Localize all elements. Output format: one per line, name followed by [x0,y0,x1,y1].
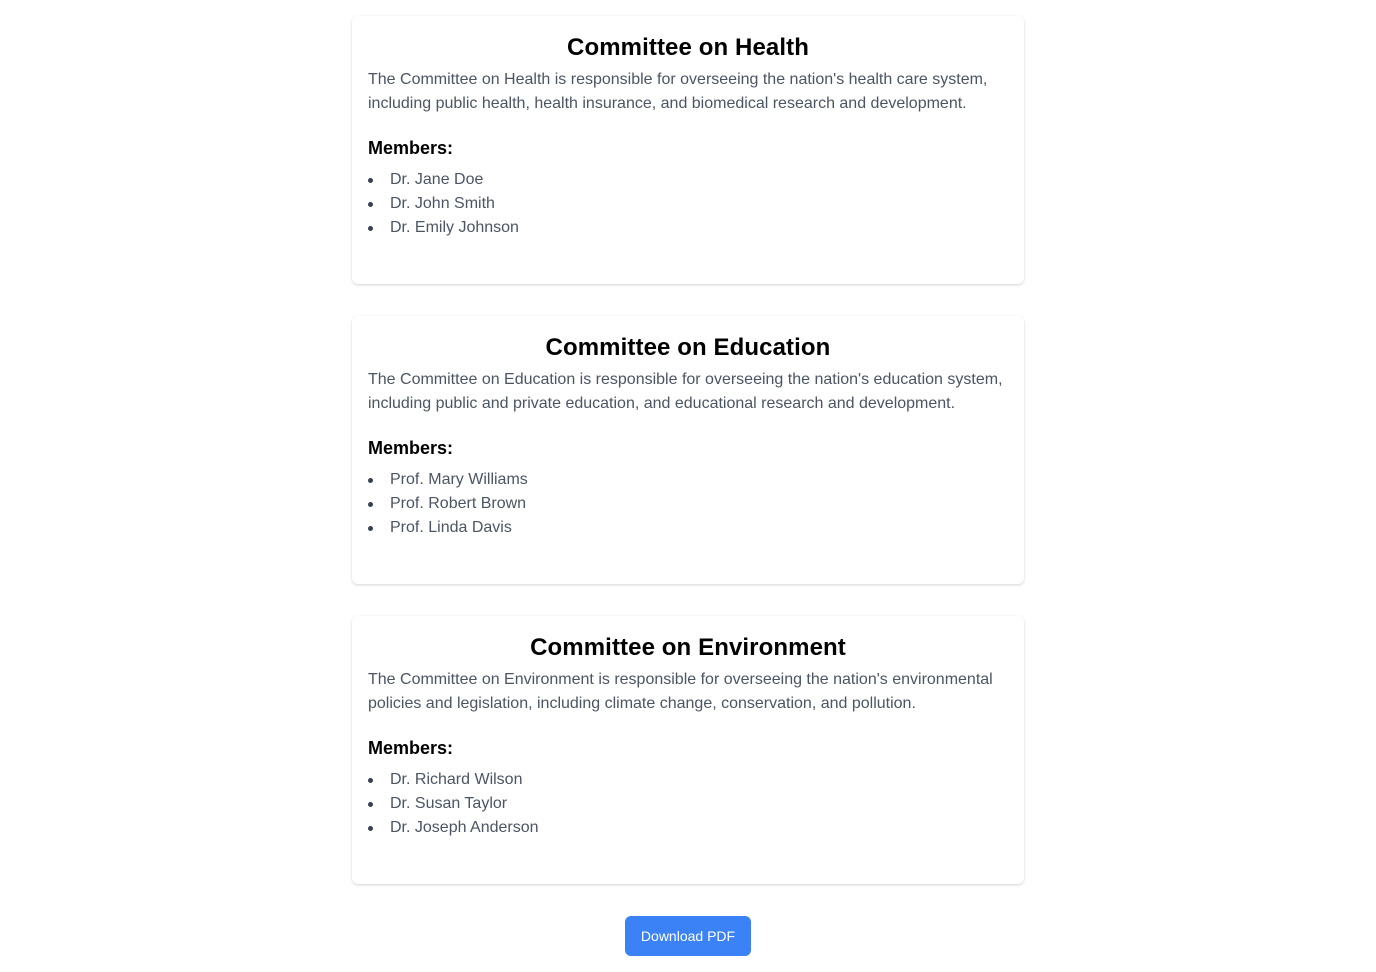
bullet-icon [368,178,373,183]
list-item: Dr. Susan Taylor [368,792,1008,816]
committee-title: Committee on Environment [530,634,846,661]
committee-title: Committee on Education [545,334,831,361]
bullet-icon [368,226,373,231]
members-heading: Members: [368,738,454,758]
member-name: Dr. Susan Taylor [390,795,508,812]
committee-card-education: Committee on Education The Committee on … [352,316,1024,584]
bullet-icon [368,478,373,483]
list-item: Dr. Jane Doe [368,168,1008,192]
bullet-icon [368,202,373,207]
committee-card-health: Committee on Health The Committee on Hea… [352,16,1024,284]
member-name: Dr. John Smith [390,195,495,212]
committee-card-environment: Committee on Environment The Committee o… [352,616,1024,884]
list-item: Prof. Mary Williams [368,468,1008,492]
actions-bar: Download PDF [352,916,1024,956]
list-item: Dr. Joseph Anderson [368,816,1008,840]
bullet-icon [368,802,373,807]
committee-description: The Committee on Education is responsibl… [368,371,1003,412]
list-item: Prof. Linda Davis [368,516,1008,540]
list-item: Dr. Emily Johnson [368,216,1008,240]
list-item: Dr. Richard Wilson [368,768,1008,792]
member-name: Dr. Jane Doe [390,171,484,188]
member-list: Prof. Mary Williams Prof. Robert Brown P… [368,468,1008,540]
committee-description: The Committee on Environment is responsi… [368,671,993,712]
member-list: Dr. Jane Doe Dr. John Smith Dr. Emily Jo… [368,168,1008,240]
member-name: Prof. Mary Williams [390,471,528,488]
member-name: Dr. Richard Wilson [390,771,523,788]
member-name: Prof. Linda Davis [390,519,512,536]
member-name: Prof. Robert Brown [390,495,527,512]
member-name: Dr. Emily Johnson [390,219,519,236]
member-list: Dr. Richard Wilson Dr. Susan Taylor Dr. … [368,768,1008,840]
bullet-icon [368,526,373,531]
list-item: Dr. John Smith [368,192,1008,216]
bullet-icon [368,778,373,783]
member-name: Dr. Joseph Anderson [390,819,539,836]
committee-title: Committee on Health [567,34,809,61]
download-pdf-button[interactable]: Download PDF [624,916,752,956]
bullet-icon [368,826,373,831]
bullet-icon [368,502,373,507]
members-heading: Members: [368,438,454,458]
list-item: Prof. Robert Brown [368,492,1008,516]
committee-list: Committee on Health The Committee on Hea… [352,0,1024,956]
members-heading: Members: [368,138,454,158]
committee-description: The Committee on Health is responsible f… [368,71,988,112]
